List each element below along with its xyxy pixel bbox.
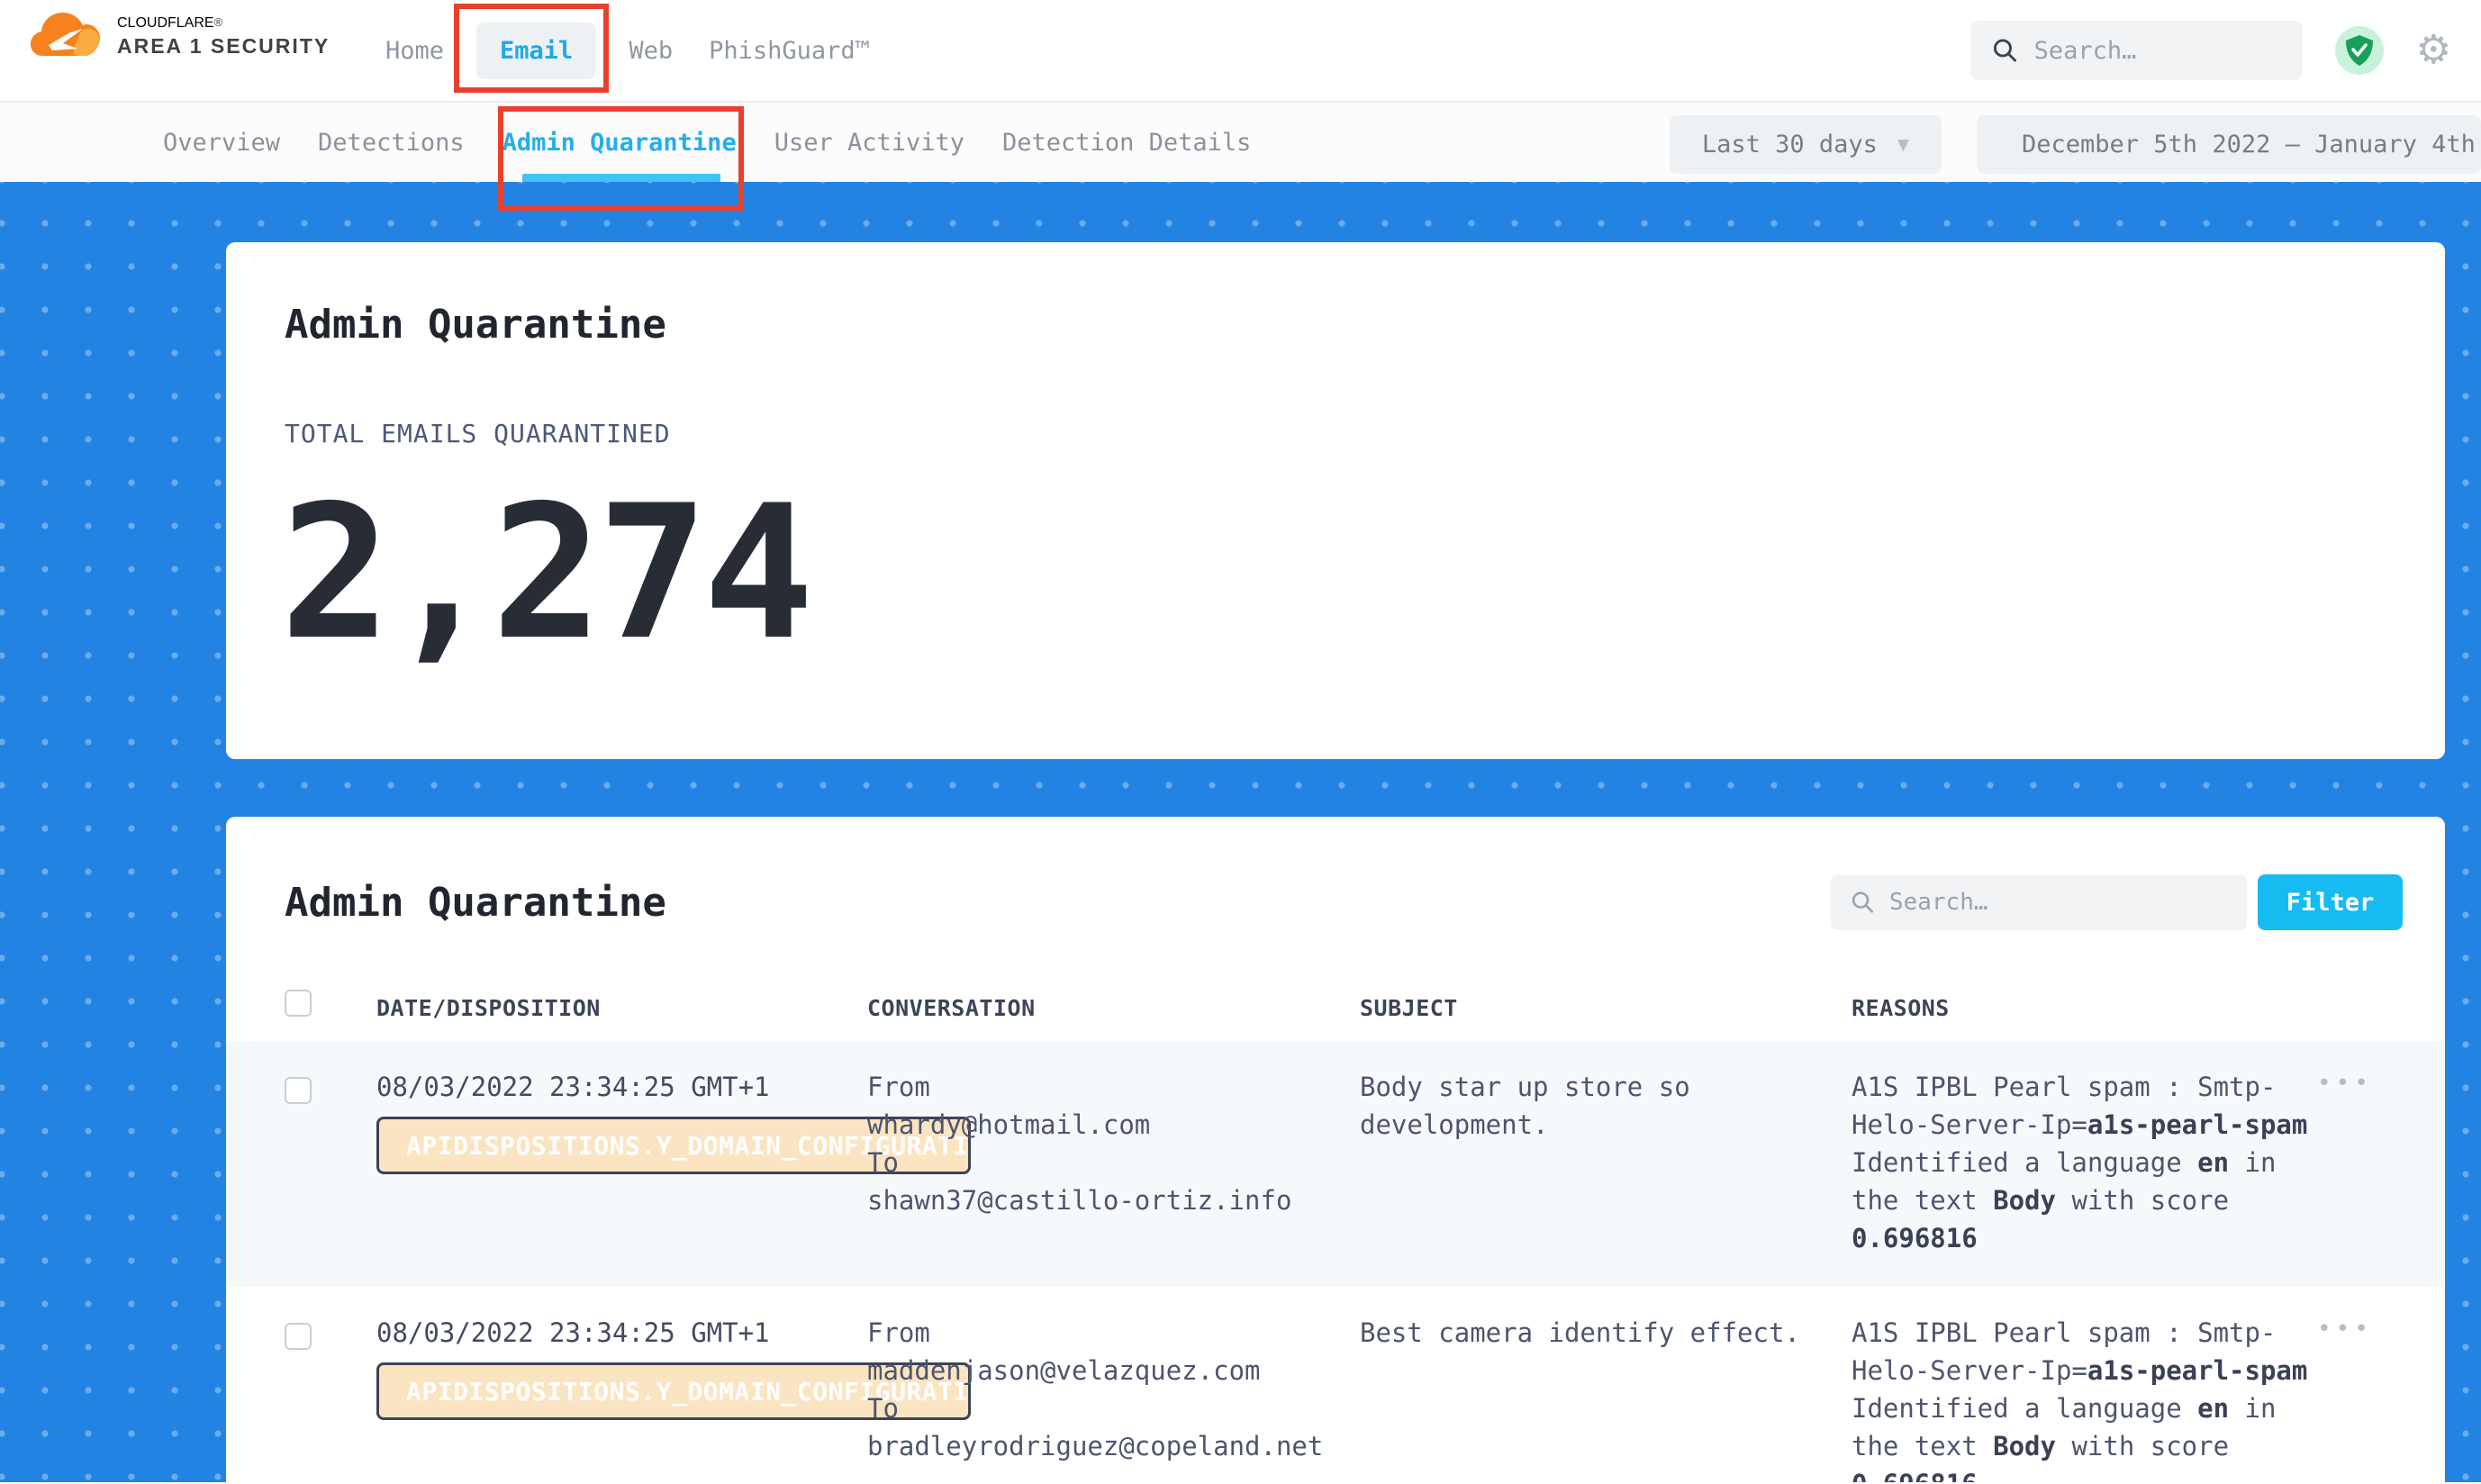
row-date: 08/03/2022 23:34:25 GMT+1 — [376, 1068, 867, 1106]
search-icon — [1992, 35, 2018, 66]
settings-gear-icon[interactable]: ⚙ — [2416, 31, 2451, 70]
date-range-value: December 5th 2022 — January 4th 2023 — [2022, 131, 2481, 158]
cloudflare-logo[interactable]: CLOUDFLARE® AREA 1 SECURITY — [31, 9, 330, 65]
from-label: From — [867, 1068, 1360, 1106]
cloudflare-cloud-icon — [31, 9, 101, 65]
row-subject: Best camera identify effect. — [1360, 1314, 1810, 1352]
row-checkbox[interactable] — [285, 1323, 312, 1350]
date-range-preset-dropdown[interactable]: Last 30 days ▼ — [1670, 115, 1942, 174]
search-icon — [1851, 889, 1875, 916]
summary-card-title: Admin Quarantine — [285, 302, 666, 348]
table-row[interactable]: 08/03/2022 23:34:25 GMT+1 From maddenjas… — [226, 1287, 2445, 1482]
row-date: 08/03/2022 23:34:25 GMT+1 — [376, 1314, 867, 1352]
from-address: maddenjason@velazquez.com — [867, 1352, 1360, 1389]
table-search-input[interactable] — [1889, 889, 2227, 916]
row-conversation: From whardy@hotmail.com To shawn37@casti… — [867, 1041, 1360, 1287]
select-all-checkbox[interactable] — [285, 990, 312, 1017]
reasons-text: A1S IPBL Pearl spam : Smtp-Helo-Server-I… — [1852, 1068, 2313, 1257]
row-checkbox[interactable] — [285, 1077, 312, 1104]
brand-name: CLOUDFLARE® — [117, 15, 330, 32]
email-tab-bar: Overview Detections Admin Quarantine Use… — [0, 103, 2481, 182]
reasons-text: A1S IPBL Pearl spam : Smtp-Helo-Server-I… — [1852, 1314, 2313, 1482]
tab-detections[interactable]: Detections — [318, 129, 465, 157]
to-address: bradleyrodriguez@copeland.net — [867, 1427, 1360, 1465]
table-header: DATE/DISPOSITION CONVERSATION SUBJECT RE… — [226, 975, 2445, 1041]
metric-label: TOTAL EMAILS QUARANTINED — [285, 419, 671, 448]
table-card-title: Admin Quarantine — [285, 880, 666, 926]
global-search[interactable] — [1970, 21, 2303, 80]
date-range-preset-label: Last 30 days — [1702, 131, 1878, 158]
brand-subtitle: AREA 1 SECURITY — [117, 34, 330, 59]
brand-trademark: ® — [214, 15, 223, 29]
column-header-reasons: REASONS — [1852, 975, 2356, 1021]
security-status-icon[interactable] — [2335, 26, 2384, 75]
row-conversation: From maddenjason@velazquez.com To bradle… — [867, 1287, 1360, 1482]
table-row[interactable]: 08/03/2022 23:34:25 GMT+1 From whardy@ho… — [226, 1041, 2445, 1287]
tab-detection-details[interactable]: Detection Details — [1002, 129, 1251, 157]
column-header-date: DATE/DISPOSITION — [376, 975, 867, 1021]
quarantine-table-card: Admin Quarantine Filter DATE/DISPOSITION… — [226, 817, 2445, 1482]
table-search[interactable] — [1831, 874, 2247, 930]
global-search-input[interactable] — [2034, 37, 2281, 65]
date-range-picker[interactable]: December 5th 2022 — January 4th 2023 — [1977, 115, 2481, 174]
nav-item-home[interactable]: Home — [382, 37, 448, 65]
to-address: shawn37@castillo-ortiz.info — [867, 1181, 1360, 1219]
nav-item-web[interactable]: Web — [625, 37, 676, 65]
tab-admin-quarantine[interactable]: Admin Quarantine — [503, 129, 737, 157]
main-nav: Home Email Web PhishGuard™ — [382, 0, 874, 101]
from-label: From — [867, 1314, 1360, 1352]
filter-button[interactable]: Filter — [2258, 874, 2403, 930]
summary-card: Admin Quarantine TOTAL EMAILS QUARANTINE… — [226, 242, 2445, 759]
from-address: whardy@hotmail.com — [867, 1106, 1360, 1144]
to-label: To — [867, 1389, 1360, 1427]
tab-user-activity[interactable]: User Activity — [774, 129, 964, 157]
to-label: To — [867, 1144, 1360, 1181]
page-content: Admin Quarantine TOTAL EMAILS QUARANTINE… — [0, 182, 2481, 1482]
column-header-conversation: CONVERSATION — [867, 975, 1360, 1021]
tab-overview[interactable]: Overview — [163, 129, 280, 157]
row-subject: Body star up store so development. — [1360, 1068, 1810, 1144]
row-actions-button[interactable]: ••• — [2317, 1316, 2373, 1343]
row-actions-button[interactable]: ••• — [2317, 1070, 2373, 1097]
metric-value: 2,274 — [280, 482, 809, 666]
top-header: CLOUDFLARE® AREA 1 SECURITY Home Email W… — [0, 0, 2481, 103]
chevron-down-icon: ▼ — [1897, 136, 1909, 154]
table-body: 08/03/2022 23:34:25 GMT+1 From whardy@ho… — [226, 1041, 2445, 1482]
nav-item-phishguard[interactable]: PhishGuard™ — [705, 37, 874, 65]
nav-item-email[interactable]: Email — [476, 23, 596, 79]
shield-check-icon — [2346, 35, 2373, 66]
column-header-subject: SUBJECT — [1360, 975, 1852, 1021]
